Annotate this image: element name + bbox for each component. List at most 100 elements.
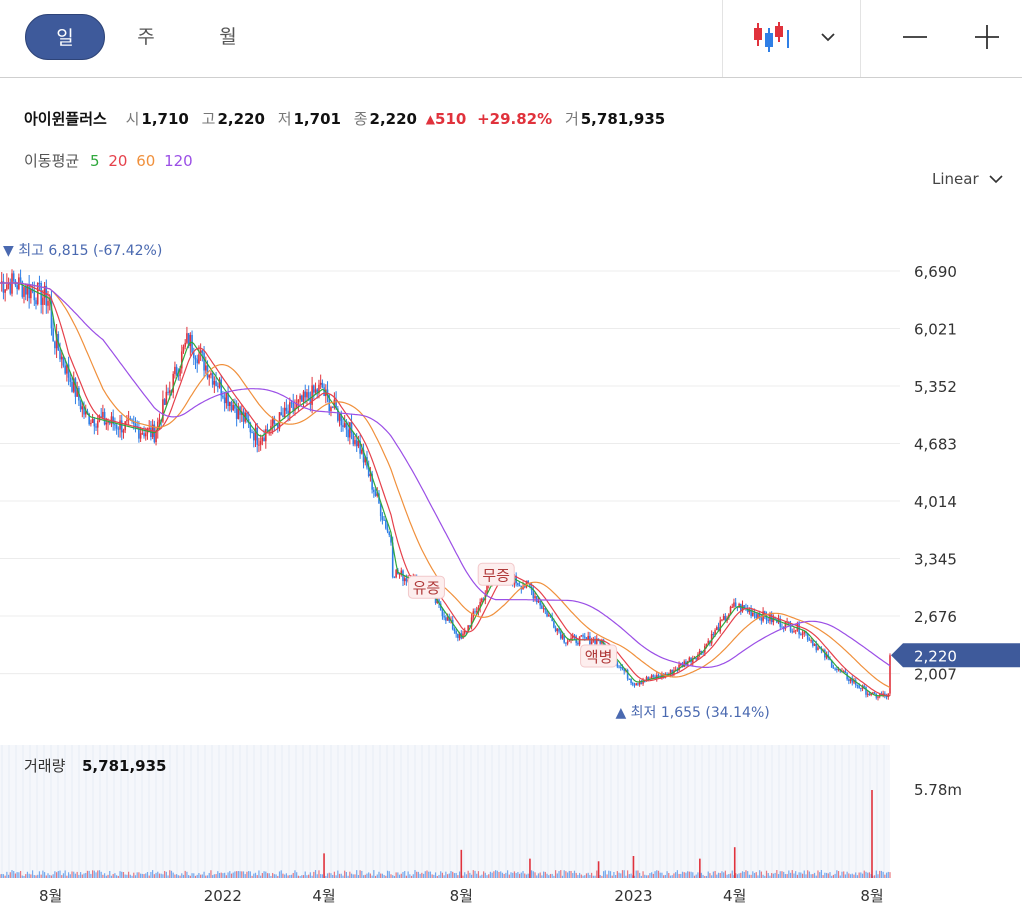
candle-body: [767, 620, 770, 622]
volume-bar: [618, 872, 620, 878]
volume-bar: [729, 873, 732, 878]
volume-bar: [428, 871, 430, 878]
volume-bar: [236, 871, 238, 878]
volume-bar: [808, 871, 811, 878]
volume-bar: [337, 870, 339, 878]
candle-body: [30, 288, 32, 299]
volume-bar: [362, 875, 365, 878]
volume-bar: [817, 870, 819, 878]
volume-bar: [704, 875, 706, 878]
volume-bar: [64, 870, 66, 878]
volume-bar: [229, 871, 231, 878]
volume-bar: [491, 872, 493, 878]
volume-bar: [155, 872, 157, 878]
current-price-label: 2,220: [914, 647, 957, 665]
volume-bar: [839, 875, 841, 878]
candle-body: [834, 668, 836, 670]
candle-body: [215, 381, 217, 387]
volume-bar: [67, 872, 70, 878]
candle-body: [539, 600, 541, 606]
volume-bar: [179, 875, 181, 878]
volume-bar: [157, 871, 159, 878]
volume-bar: [390, 874, 392, 878]
volume-bar: [385, 875, 387, 878]
volume-bar: [603, 871, 605, 878]
candle-body: [186, 333, 188, 343]
volume-bar: [76, 871, 78, 878]
volume-bar: [865, 871, 867, 878]
candle-body: [93, 419, 96, 427]
volume-bar: [237, 871, 239, 878]
volume-bar: [760, 871, 762, 878]
candle-body: [554, 627, 557, 632]
volume-bar: [496, 870, 498, 878]
volume-bar: [555, 870, 557, 878]
candle-body: [791, 631, 794, 633]
price-chart[interactable]: 6,690 6,021 5,352 4,683 4,014 3,345 2,676 2,007…: [0, 0, 1022, 917]
volume-bar: [4, 875, 6, 878]
volume-bar: [621, 870, 624, 878]
volume-bar: [834, 873, 836, 878]
candle-body: [618, 666, 620, 668]
candle-body: [230, 401, 233, 411]
volume-bar: [366, 873, 368, 878]
volume-bar: [436, 875, 438, 878]
candle-body: [314, 389, 317, 393]
candle-body: [810, 640, 812, 642]
volume-bar: [45, 875, 47, 878]
volume-bar: [301, 875, 303, 878]
volume-bar: [162, 874, 164, 878]
volume-bar: [169, 870, 171, 878]
candle-body: [866, 693, 869, 695]
volume-bar: [210, 870, 212, 878]
volume-bar: [613, 872, 615, 878]
volume-bar: [440, 871, 442, 878]
volume-bar: [409, 874, 411, 878]
volume-bar: [188, 875, 190, 878]
volume-bar: [225, 875, 227, 878]
y-tick-label: 2,007: [914, 666, 957, 684]
volume-bar: [150, 871, 152, 878]
volume-bar: [326, 873, 329, 878]
volume-bar: [287, 875, 289, 878]
volume-bar: [700, 872, 702, 878]
volume-bar: [289, 875, 291, 878]
volume-bar: [709, 873, 711, 878]
candle-body: [23, 287, 25, 297]
volume-bar: [585, 873, 588, 878]
volume-bar: [117, 875, 119, 878]
volume-bar: [345, 871, 347, 878]
candle-body: [561, 635, 564, 639]
candle-body: [535, 596, 538, 603]
volume-bar: [38, 871, 41, 878]
candle-body: [91, 419, 94, 423]
volume-bar: [340, 873, 342, 878]
candle-body: [194, 357, 197, 360]
volume-bar: [152, 870, 154, 878]
candle-body: [383, 519, 385, 521]
volume-bar: [882, 871, 884, 878]
volume-bar: [446, 874, 449, 878]
volume-bar: [92, 870, 94, 878]
candle-body: [313, 385, 315, 393]
candle-body: [283, 407, 286, 418]
volume-bar: [208, 872, 210, 878]
volume-bar: [30, 874, 32, 878]
candle-body: [59, 350, 61, 360]
volume-bar: [429, 871, 432, 878]
candle-body: [174, 366, 176, 374]
candle-body: [542, 608, 545, 610]
volume-bar: [347, 875, 349, 878]
candle-body: [633, 684, 636, 686]
volume-bar: [119, 871, 121, 878]
volume-bar: [21, 875, 23, 878]
volume-bar: [234, 871, 236, 878]
volume-bar: [128, 871, 130, 878]
candle-body: [640, 682, 643, 684]
candle-body: [755, 614, 758, 618]
volume-bar: [412, 874, 414, 878]
volume-bar: [697, 872, 699, 878]
volume-bar: [131, 875, 133, 878]
volume-bar: [771, 873, 773, 878]
volume-bar: [251, 875, 253, 878]
